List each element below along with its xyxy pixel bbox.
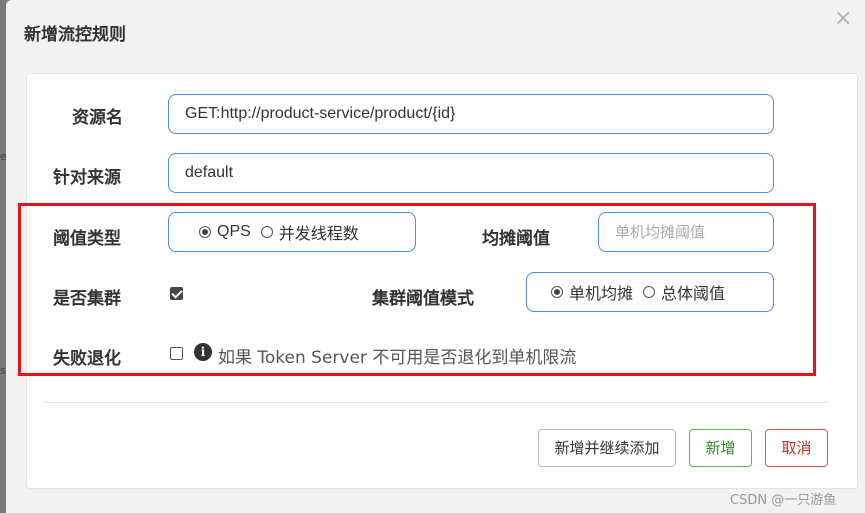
cluster-checkbox[interactable] xyxy=(170,287,183,300)
cluster-threshold-mode-label: 集群阈值模式 xyxy=(372,289,474,309)
radio-qps-indicator[interactable] xyxy=(199,226,211,238)
watermark: CSDN @一只游鱼 xyxy=(730,493,837,508)
radio-qps-label: QPS xyxy=(217,223,251,240)
backdrop-text-fragment: s xyxy=(0,364,6,377)
threshold-type-radio-group: QPS 并发线程数 xyxy=(168,212,416,252)
threshold-type-label: 阈值类型 xyxy=(53,229,121,249)
resource-input[interactable]: GET:http://product-service/product/{id} xyxy=(168,94,774,134)
footer-divider xyxy=(44,402,828,403)
info-icon: i xyxy=(194,343,212,361)
radio-avg-local-indicator[interactable] xyxy=(551,286,563,298)
cluster-label: 是否集群 xyxy=(53,289,121,309)
shared-threshold-label: 均摊阈值 xyxy=(482,229,550,249)
resource-label: 资源名 xyxy=(72,108,123,128)
radio-global-indicator[interactable] xyxy=(643,286,656,298)
radio-global[interactable]: 总体阈值 xyxy=(643,280,725,304)
fallback-label: 失败退化 xyxy=(53,349,121,369)
radio-global-label: 总体阈值 xyxy=(661,284,726,303)
radio-thread-count-label: 并发线程数 xyxy=(278,224,359,243)
limit-app-label: 针对来源 xyxy=(53,168,121,188)
cluster-threshold-mode-radio-group: 单机均摊 总体阈值 xyxy=(526,272,774,312)
add-and-continue-button[interactable]: 新增并继续添加 xyxy=(538,429,676,467)
shared-threshold-input[interactable]: 单机均摊阈值 xyxy=(598,212,774,252)
add-button[interactable]: 新增 xyxy=(689,429,752,467)
fallback-hint: 如果 Token Server 不可用是否退化到单机限流 xyxy=(218,348,577,368)
fallback-checkbox[interactable] xyxy=(170,347,183,360)
radio-avg-local[interactable]: 单机均摊 xyxy=(551,280,633,304)
radio-thread-count-indicator[interactable] xyxy=(260,226,273,238)
radio-thread-count[interactable]: 并发线程数 xyxy=(260,220,359,244)
cancel-button[interactable]: 取消 xyxy=(765,429,828,467)
dialog-title: 新增流控规则 xyxy=(24,25,126,45)
radio-avg-local-label: 单机均摊 xyxy=(569,284,634,303)
limit-app-input[interactable]: default xyxy=(168,153,774,193)
radio-qps[interactable]: QPS xyxy=(199,223,251,241)
close-icon[interactable]: × xyxy=(834,6,852,31)
